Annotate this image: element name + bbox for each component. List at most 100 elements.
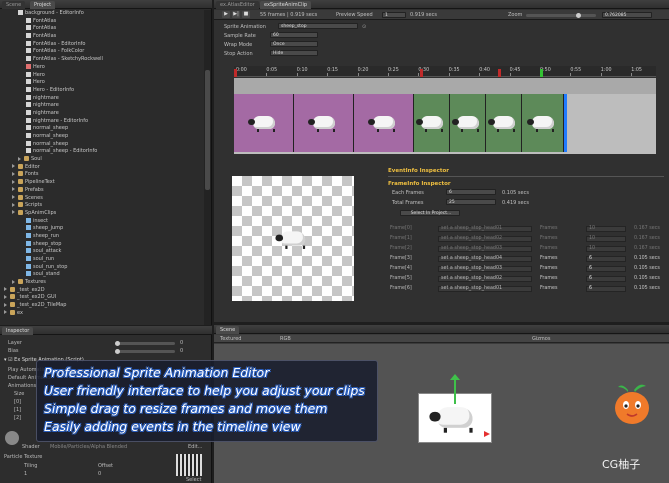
play-button[interactable]: ▶ [222,11,230,18]
tab-atlas-editor[interactable]: ex.AtlasEditor [216,1,259,9]
event-marker-icon[interactable] [540,69,543,77]
texture-thumbnail[interactable] [176,454,202,476]
event-frames-field[interactable]: 10 [586,226,626,232]
expand-arrow-icon[interactable] [4,310,7,315]
expand-arrow-icon[interactable] [4,302,7,307]
project-tree-item[interactable]: PipelineText [0,179,204,187]
tiling-x[interactable]: 1 [24,471,27,477]
bias-slider[interactable] [115,349,175,354]
expand-arrow-icon[interactable] [12,171,15,176]
event-row[interactable]: Frame[6] set a sheep_stop_head01 Frames 6 0.… [390,285,666,293]
event-track[interactable] [234,78,656,94]
event-marker-icon[interactable] [234,69,237,77]
zoom-slider-knob[interactable] [576,13,581,18]
event-row[interactable]: Frame[0] set a sheep_stop_head01 Frames 10 0… [390,225,666,233]
project-tree-item[interactable]: Scripts [0,202,204,210]
zoom-slider[interactable] [526,13,596,18]
expand-arrow-icon[interactable] [12,279,15,284]
expand-arrow-icon[interactable] [12,210,15,215]
stop-action-select[interactable]: Hide [270,50,318,56]
offset-x[interactable]: 0 [98,471,101,477]
preview-speed-field[interactable]: 1 [382,12,406,18]
event-name-field[interactable]: set a sheep_stop_head03 [438,246,532,252]
expand-arrow-icon[interactable] [4,294,7,299]
project-tree-item[interactable]: FontAtlas [0,17,204,26]
expand-arrow-icon[interactable] [12,202,15,207]
event-row[interactable]: Frame[4] set a sheep_stop_head03 Frames 6 0.… [390,265,666,273]
expand-arrow-icon[interactable] [12,195,15,199]
each-frames-field[interactable]: 6 [446,189,496,195]
event-name-field[interactable]: set a sheep_stop_head03 [438,266,532,272]
frame-block[interactable] [486,94,522,152]
project-tree-item[interactable]: insect [0,217,204,226]
playhead[interactable] [564,94,567,152]
sprite-anim-field[interactable]: sheep_stop [278,23,358,29]
render-mode-select[interactable]: Textured [220,336,241,342]
event-row[interactable]: Frame[1] set a sheep_stop_head02 Frames 10 0… [390,235,666,243]
event-name-field[interactable]: set a sheep_stop_head04 [438,256,532,262]
project-tree-item[interactable]: Scenes [0,194,204,203]
total-frames-field[interactable]: 25 [446,199,496,205]
project-tree-item[interactable]: SpAnimClips [0,209,204,218]
project-tree-item[interactable]: Prefabs [0,186,204,195]
object-picker-icon[interactable]: ⊙ [362,24,366,30]
project-tree-item[interactable]: Editor [0,163,204,172]
step-button[interactable]: ▶| [232,11,240,18]
project-tree-item[interactable]: soul_stand [0,271,204,279]
project-tree-item[interactable]: _test_ex2D_TileMap [0,302,204,310]
project-tree-item[interactable]: sheep_jump [0,225,204,233]
expand-arrow-icon[interactable] [12,179,15,184]
event-frames-field[interactable]: 6 [586,266,626,272]
tab-scene[interactable]: Scene [2,1,26,9]
event-name-field[interactable]: set a sheep_stop_head02 [438,236,532,242]
frame-block[interactable] [234,94,294,152]
texture-select-button[interactable]: Select [186,477,201,483]
event-name-field[interactable]: set a sheep_stop_head01 [438,286,532,292]
project-tree-item[interactable]: normal_sheep [0,140,204,149]
project-tree-item[interactable]: Soul [0,156,204,164]
frame-block[interactable] [450,94,486,152]
layer-slider[interactable] [115,341,175,346]
event-frames-field[interactable]: 6 [586,286,626,292]
stop-button[interactable]: ■ [242,11,250,18]
tab-sprite-anim-clip[interactable]: exSpriteAnimClip [260,1,312,9]
event-frames-field[interactable]: 10 [586,236,626,242]
event-frames-field[interactable]: 6 [586,276,626,282]
expand-arrow-icon[interactable] [4,287,7,292]
project-tree-item[interactable]: sheep_run [0,232,204,241]
event-name-field[interactable]: set a sheep_stop_head02 [438,276,532,282]
project-tree-item[interactable]: soul_attack [0,248,204,256]
project-scrollbar[interactable] [204,10,211,325]
project-tree-item[interactable]: background - EditorInfo [0,10,204,18]
timeline-ruler[interactable]: 0:00 0:05 0:10 0:15 0:20 0:25 0:30 0:35 0:40 0:45… [234,66,656,77]
project-tree-item[interactable]: FontAtlas - EditorInfo [0,40,204,49]
project-tree-item[interactable]: FontAtlas [0,25,204,33]
project-tree-item[interactable]: normal_sheep [0,133,204,141]
project-tree-item[interactable]: sheep_stop [0,240,204,249]
tab-inspector[interactable]: Inspector [2,327,34,335]
project-tree-item[interactable]: soul_run_stop [0,263,204,272]
select-in-project-button[interactable]: Select In Project... [400,210,460,216]
project-tree-item[interactable]: Hero - EditorInfo [0,86,204,95]
expand-arrow-icon[interactable] [18,156,21,161]
move-y-axis-handle[interactable] [454,379,456,404]
wrap-mode-select[interactable]: Once [270,41,318,47]
project-tree-item[interactable]: nightmare [0,94,204,103]
event-frames-field[interactable]: 6 [586,256,626,262]
event-row[interactable]: Frame[5] set a sheep_stop_head02 Frames 6 0.… [390,275,666,283]
shader-edit-button[interactable]: Edit... [188,444,202,450]
project-tree-item[interactable]: _test_ex2D [0,286,204,295]
project-tree-item[interactable]: Hero [0,71,204,80]
tab-project[interactable]: Project [30,1,56,9]
animations-label[interactable]: Animations [8,383,36,389]
frame-block[interactable] [294,94,354,152]
project-tree-item[interactable]: nightmare [0,109,204,118]
zoom-field[interactable]: 0.762085 [602,12,652,18]
gizmos-menu[interactable]: Gizmos [532,336,550,342]
event-marker-icon[interactable] [498,69,501,77]
project-tree-item[interactable]: nightmare - EditorInfo [0,117,204,126]
event-row[interactable]: Frame[2] set a sheep_stop_head03 Frames 10 0… [390,245,666,253]
project-tree-item[interactable]: FontAtlas [0,33,204,41]
frame-block[interactable] [522,94,564,152]
layer-value[interactable]: 0 [180,340,183,346]
